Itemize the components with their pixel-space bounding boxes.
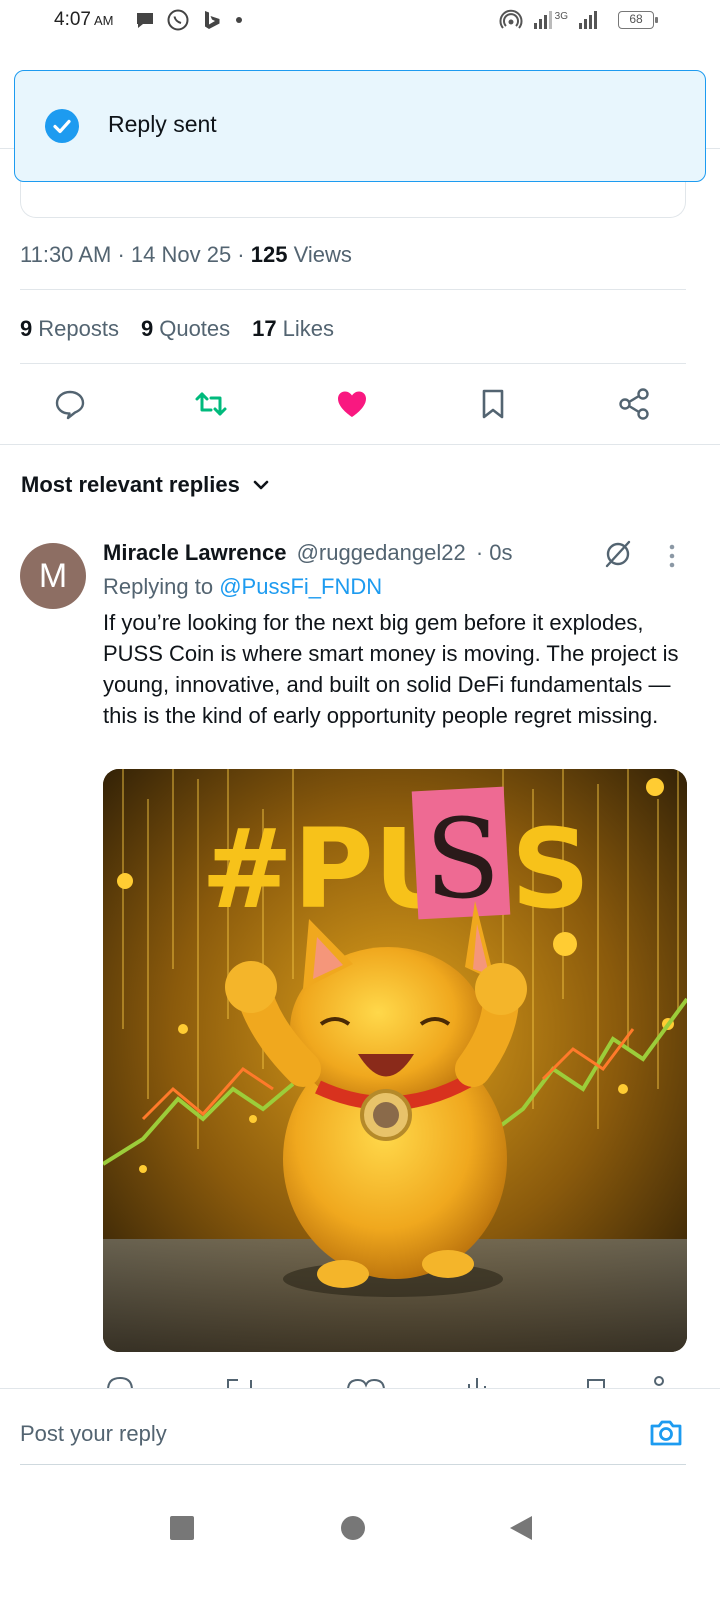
likes-stat[interactable]: 17 Likes: [252, 316, 334, 342]
grok-button[interactable]: [600, 536, 636, 572]
image-s2-text: S: [511, 805, 590, 933]
camera-button[interactable]: [648, 1415, 684, 1451]
reply-image[interactable]: #PU S S: [103, 769, 687, 1352]
toast-text: Reply sent: [108, 111, 217, 137]
author-handle[interactable]: @ruggedangel22: [297, 540, 466, 565]
more-vertical-icon: [669, 544, 675, 568]
square-icon: [170, 1516, 194, 1540]
heart-filled-icon: [338, 391, 366, 417]
reply-button[interactable]: [50, 384, 90, 424]
tweet-meta: 11:30 AM · 14 Nov 25 · 125 Views: [20, 242, 352, 267]
back-triangle-icon: [510, 1516, 532, 1540]
battery-indicator: 68: [618, 11, 658, 29]
quotes-stat[interactable]: 9 Quotes: [141, 316, 230, 342]
image-s-text: S: [425, 795, 500, 923]
reply-icon: [55, 390, 85, 420]
tweet-time: 11:30 AM: [20, 242, 112, 267]
bing-icon: [205, 11, 220, 29]
tweet-date: 14 Nov 25: [130, 242, 232, 267]
camera-icon: [650, 1420, 682, 1446]
views-label: Views: [293, 242, 352, 267]
back-button[interactable]: [501, 1508, 541, 1548]
system-nav-bar: [0, 1480, 720, 1600]
more-options-button[interactable]: [660, 538, 684, 574]
reposts-stat[interactable]: 9 Reposts: [20, 316, 119, 342]
check-icon: [45, 109, 79, 143]
reply-header: Miracle Lawrence @ruggedangel22 · 0s: [103, 540, 513, 566]
chat-bubble-icon: [137, 13, 153, 28]
notification-icons: [134, 8, 244, 32]
reply-text: If you’re looking for the next big gem b…: [103, 610, 679, 728]
share-icon: [654, 1376, 664, 1386]
reply-sort-dropdown[interactable]: Most relevant replies: [21, 472, 272, 498]
repost-icon: [195, 392, 227, 416]
author-name[interactable]: Miracle Lawrence: [103, 540, 286, 565]
status-time: 4:07 AM: [54, 9, 114, 30]
reply-age: · 0s: [475, 540, 513, 565]
grok-icon: [605, 540, 631, 568]
share-button[interactable]: [614, 384, 654, 424]
reply-sent-toast: Reply sent: [14, 70, 706, 182]
avatar[interactable]: M: [20, 543, 86, 609]
whatsapp-icon: [167, 9, 189, 31]
divider: [0, 444, 720, 445]
tweet-actions: [0, 380, 720, 430]
signal-icons: 3G: [499, 8, 600, 32]
divider: [20, 363, 686, 364]
bookmark-icon: [482, 389, 504, 419]
recents-button[interactable]: [162, 1508, 202, 1548]
home-button[interactable]: [333, 1508, 373, 1548]
chevron-down-icon: [253, 480, 269, 490]
replying-to: Replying to @PussFi_FNDN: [103, 574, 383, 599]
signal-icon: [533, 11, 552, 29]
status-bar: 4:07 AM 3G 68: [0, 0, 720, 44]
bookmark-button[interactable]: [473, 384, 513, 424]
dot-icon: [236, 17, 242, 23]
signal-icon-2: [579, 11, 597, 29]
network-type: 3G: [554, 10, 568, 22]
circle-icon: [341, 1516, 365, 1540]
views-count: 125: [250, 242, 288, 267]
divider: [20, 289, 686, 290]
replying-mention[interactable]: @PussFi_FNDN: [219, 574, 382, 599]
tweet-stats: 9 Reposts 9 Quotes 17 Likes: [20, 316, 334, 342]
hotspot-icon: [499, 9, 523, 29]
like-button[interactable]: [332, 384, 372, 424]
sort-label: Most relevant replies: [21, 472, 240, 497]
composer-underline: [20, 1464, 686, 1465]
reply-composer: Post your reply: [0, 1388, 720, 1478]
reply-input[interactable]: Post your reply: [20, 1421, 167, 1447]
repost-button[interactable]: [191, 384, 231, 424]
share-icon: [619, 388, 649, 420]
